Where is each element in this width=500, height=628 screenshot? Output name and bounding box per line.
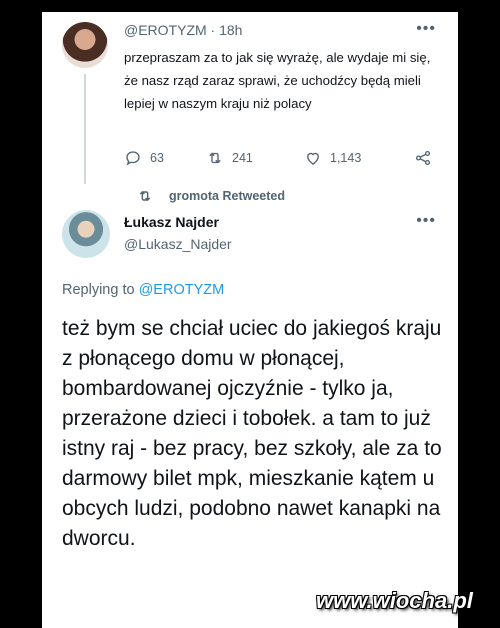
- tweet-text: przepraszam za to jak się wyrażę, ale wy…: [124, 50, 431, 111]
- retweet-button[interactable]: 241: [206, 149, 304, 167]
- retweet-banner[interactable]: gromota Retweeted: [42, 188, 458, 210]
- share-icon: [415, 150, 431, 166]
- tweet-header: @EROTYZM · 18h: [124, 22, 242, 38]
- tweet-card: @EROTYZM · 18h ••• przepraszam za to jak…: [42, 12, 458, 628]
- author-handle[interactable]: @EROTYZM: [124, 22, 207, 38]
- retweet-icon: [139, 190, 151, 202]
- avatar[interactable]: [62, 210, 110, 258]
- like-button[interactable]: 1,143: [304, 149, 414, 167]
- heart-icon: [307, 152, 319, 165]
- tweet-actions: 63 241 1,143: [124, 146, 444, 170]
- retweeted-label[interactable]: gromota Retweeted: [169, 189, 285, 203]
- original-tweet[interactable]: @EROTYZM · 18h ••• przepraszam za to jak…: [42, 12, 458, 187]
- more-options-icon[interactable]: •••: [416, 212, 436, 230]
- retweet-count: 241: [232, 151, 253, 165]
- watermark: www.wiocha.pl: [316, 588, 473, 613]
- like-count: 1,143: [330, 151, 362, 165]
- reply-icon: [126, 151, 140, 166]
- author-name[interactable]: Łukasz Najder: [124, 214, 219, 230]
- mention-link[interactable]: @EROTYZM: [139, 282, 225, 298]
- tweet-text: też bym se chciał uciec do jakiegoś kraj…: [62, 317, 442, 550]
- replying-to-line: Replying to @EROTYZM: [62, 282, 224, 298]
- retweet-icon: [209, 152, 221, 164]
- thread-line: [84, 74, 86, 184]
- more-options-icon[interactable]: •••: [416, 20, 436, 38]
- reply-button[interactable]: 63: [124, 149, 206, 167]
- share-button[interactable]: [414, 149, 444, 167]
- author-handle[interactable]: @Lukasz_Najder: [124, 236, 232, 252]
- avatar[interactable]: [62, 22, 108, 68]
- reply-count: 63: [150, 151, 164, 165]
- timestamp[interactable]: 18h: [219, 22, 242, 38]
- separator-dot: ·: [210, 22, 220, 38]
- replying-label: Replying to: [62, 282, 135, 298]
